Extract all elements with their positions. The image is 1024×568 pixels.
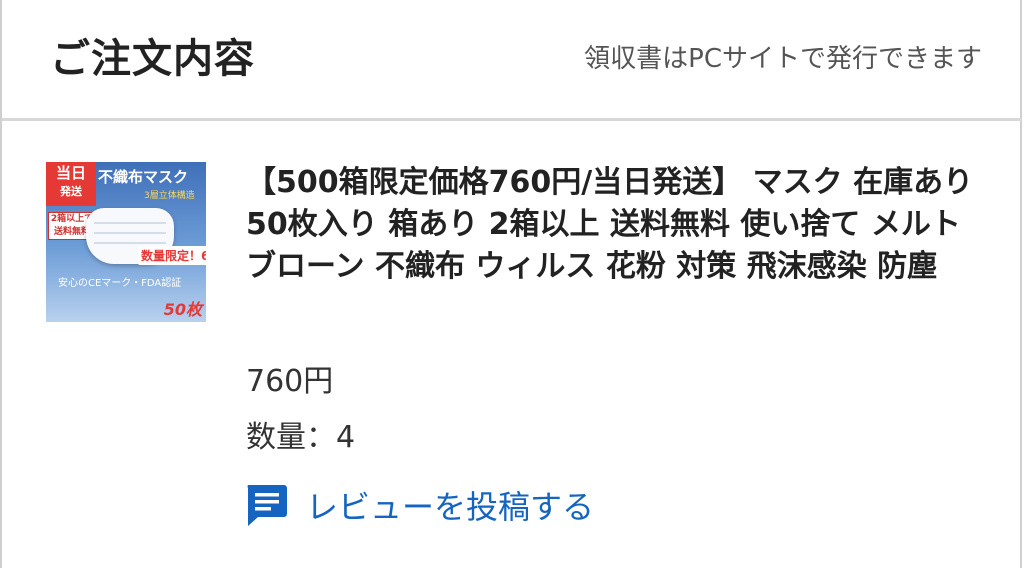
order-card: ご注文内容 領収書はPCサイトで発行できます 当日 発送 2箱以上で 送料無料 … <box>0 0 1022 568</box>
write-review-label: レビューを投稿する <box>306 488 595 526</box>
page-title: ご注文内容 <box>50 36 255 82</box>
product-name[interactable]: 【500箱限定価格760円/当日発送】 マスク 在庫あり 50枚入り 箱あり 2… <box>246 162 986 288</box>
same-day-badge-line2: 発送 <box>60 185 82 198</box>
product-price: 760円 <box>246 364 334 399</box>
product-quantity: 数量：4 <box>246 420 356 455</box>
receipt-note: 領収書はPCサイトで発行できます <box>584 44 982 74</box>
product-thumbnail[interactable]: 当日 発送 2箱以上で 送料無料 不織布マスク 3層立体構造 数量限定！690円… <box>46 162 206 322</box>
same-day-badge: 当日 発送 <box>46 162 96 206</box>
thumbnail-safety-note: 安心のCEマーク・FDA認証 <box>58 278 182 289</box>
same-day-badge-line1: 当日 <box>55 164 86 182</box>
write-review-link[interactable]: レビューを投稿する <box>244 480 594 530</box>
thumbnail-title: 不織布マスク <box>98 168 189 186</box>
comment-icon <box>244 482 288 528</box>
thumbnail-structure: 3層立体構造 <box>144 191 195 201</box>
thumbnail-count: 50枚 <box>163 300 202 319</box>
thumbnail-limited-price: 数量限定！690円/箱 <box>138 246 206 265</box>
order-header: ご注文内容 領収書はPCサイトで発行できます <box>2 0 1022 121</box>
